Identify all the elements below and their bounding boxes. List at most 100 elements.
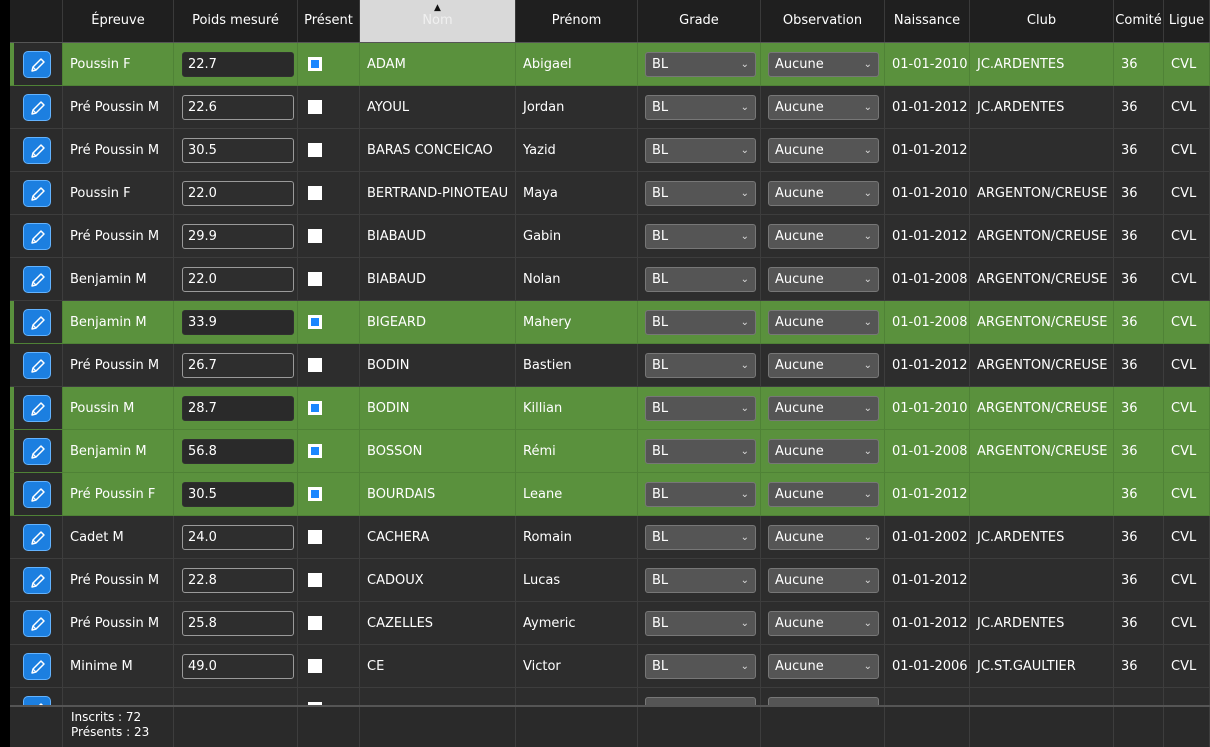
weight-input[interactable]: 30.5 bbox=[182, 138, 294, 163]
grade-select[interactable]: BL ⌄ bbox=[645, 396, 756, 421]
observation-select[interactable]: ⌄ bbox=[768, 697, 879, 705]
table-row[interactable]: Pré Poussin M 30.5 BARAS CONCEICAO Yazid BL ⌄… bbox=[10, 129, 1210, 172]
grade-select[interactable]: BL ⌄ bbox=[645, 267, 756, 292]
table-row[interactable]: Pré Poussin M 29.9 BIABAUD Gabin BL ⌄ Aucune ⌄ 0… bbox=[10, 215, 1210, 258]
grade-select[interactable]: BL ⌄ bbox=[645, 611, 756, 636]
header-ligue[interactable]: Ligue bbox=[1164, 0, 1210, 42]
header-club[interactable]: Club bbox=[970, 0, 1114, 42]
present-checkbox[interactable] bbox=[308, 358, 322, 372]
present-checkbox[interactable] bbox=[308, 143, 322, 157]
weight-input[interactable]: 33.9 bbox=[182, 310, 294, 335]
edit-button[interactable] bbox=[23, 94, 51, 121]
grade-select[interactable]: BL ⌄ bbox=[645, 224, 756, 249]
header-grade[interactable]: Grade bbox=[638, 0, 761, 42]
edit-button[interactable] bbox=[23, 51, 51, 78]
grade-select[interactable]: BL ⌄ bbox=[645, 482, 756, 507]
present-checkbox[interactable] bbox=[308, 401, 322, 415]
grade-select[interactable]: BL ⌄ bbox=[645, 181, 756, 206]
observation-select[interactable]: Aucune ⌄ bbox=[768, 267, 879, 292]
present-checkbox[interactable] bbox=[308, 100, 322, 114]
grade-select[interactable]: BL ⌄ bbox=[645, 439, 756, 464]
present-checkbox[interactable] bbox=[308, 487, 322, 501]
edit-button[interactable] bbox=[23, 395, 51, 422]
present-checkbox[interactable] bbox=[308, 315, 322, 329]
edit-button[interactable] bbox=[23, 567, 51, 594]
weight-input[interactable]: 22.6 bbox=[182, 95, 294, 120]
weight-input[interactable]: 22.0 bbox=[182, 181, 294, 206]
table-row[interactable]: Pré Poussin F 30.5 BOURDAIS Leane BL ⌄ Aucune ⌄… bbox=[10, 473, 1210, 516]
edit-button[interactable] bbox=[23, 352, 51, 379]
grade-select[interactable]: ⌄ bbox=[645, 697, 756, 705]
table-row[interactable]: Poussin F 22.7 ADAM Abigael BL ⌄ Aucune ⌄ 01-01-… bbox=[10, 43, 1210, 86]
table-row[interactable]: Benjamin M 33.9 BIGEARD Mahery BL ⌄ Aucune ⌄ 01-… bbox=[10, 301, 1210, 344]
header-nom[interactable]: ▲ Nom bbox=[360, 0, 516, 42]
observation-select[interactable]: Aucune ⌄ bbox=[768, 353, 879, 378]
header-comite[interactable]: Comité bbox=[1114, 0, 1164, 42]
grade-select[interactable]: BL ⌄ bbox=[645, 310, 756, 335]
edit-button[interactable] bbox=[23, 653, 51, 680]
observation-select[interactable]: Aucune ⌄ bbox=[768, 224, 879, 249]
table-row[interactable]: Benjamin M 56.8 BOSSON Rémi BL ⌄ Aucune ⌄ 01-01-… bbox=[10, 430, 1210, 473]
grade-select[interactable]: BL ⌄ bbox=[645, 525, 756, 550]
header-observation[interactable]: Observation bbox=[761, 0, 885, 42]
table-row[interactable]: Pré Poussin M 26.7 BODIN Bastien BL ⌄ Aucune ⌄ 0… bbox=[10, 344, 1210, 387]
weight-input[interactable]: 22.8 bbox=[182, 568, 294, 593]
table-row[interactable]: Poussin M 28.7 BODIN Killian BL ⌄ Aucune ⌄ 01-01… bbox=[10, 387, 1210, 430]
observation-select[interactable]: Aucune ⌄ bbox=[768, 52, 879, 77]
present-checkbox[interactable] bbox=[308, 573, 322, 587]
edit-button[interactable] bbox=[23, 309, 51, 336]
table-row[interactable]: Minime M 49.0 CE Victor BL ⌄ Aucune ⌄ 01-01-2006… bbox=[10, 645, 1210, 688]
grade-select[interactable]: BL ⌄ bbox=[645, 95, 756, 120]
weight-input[interactable]: 29.9 bbox=[182, 224, 294, 249]
edit-button[interactable] bbox=[23, 223, 51, 250]
observation-select[interactable]: Aucune ⌄ bbox=[768, 310, 879, 335]
present-checkbox[interactable] bbox=[308, 659, 322, 673]
weight-input[interactable]: 30.5 bbox=[182, 482, 294, 507]
weight-input[interactable]: 49.0 bbox=[182, 654, 294, 679]
edit-button[interactable] bbox=[23, 524, 51, 551]
table-row[interactable]: Pré Poussin M 22.8 CADOUX Lucas BL ⌄ Aucune ⌄ 01… bbox=[10, 559, 1210, 602]
header-naissance[interactable]: Naissance bbox=[885, 0, 970, 42]
observation-select[interactable]: Aucune ⌄ bbox=[768, 439, 879, 464]
header-prenom[interactable]: Prénom bbox=[516, 0, 638, 42]
table-row[interactable]: Cadet M 24.0 CACHERA Romain BL ⌄ Aucune ⌄ 01-01-… bbox=[10, 516, 1210, 559]
grid-body[interactable]: Poussin F 22.7 ADAM Abigael BL ⌄ Aucune ⌄ 01-01-… bbox=[10, 43, 1210, 705]
edit-button[interactable] bbox=[23, 696, 51, 705]
observation-select[interactable]: Aucune ⌄ bbox=[768, 396, 879, 421]
weight-input[interactable]: 26.7 bbox=[182, 353, 294, 378]
observation-select[interactable]: Aucune ⌄ bbox=[768, 95, 879, 120]
table-row[interactable]: Benjamin M 22.0 BIABAUD Nolan BL ⌄ Aucune ⌄ 01-0… bbox=[10, 258, 1210, 301]
present-checkbox[interactable] bbox=[308, 229, 322, 243]
table-row[interactable]: Pré Poussin M 22.6 AYOUL Jordan BL ⌄ Aucune ⌄ 01… bbox=[10, 86, 1210, 129]
table-row[interactable]: Pré Poussin M 25.8 CAZELLES Aymeric BL ⌄ Aucun… bbox=[10, 602, 1210, 645]
edit-button[interactable] bbox=[23, 180, 51, 207]
grade-select[interactable]: BL ⌄ bbox=[645, 568, 756, 593]
observation-select[interactable]: Aucune ⌄ bbox=[768, 568, 879, 593]
edit-button[interactable] bbox=[23, 266, 51, 293]
present-checkbox[interactable] bbox=[308, 57, 322, 71]
weight-input[interactable]: 24.0 bbox=[182, 525, 294, 550]
weight-input[interactable]: 22.0 bbox=[182, 267, 294, 292]
observation-select[interactable]: Aucune ⌄ bbox=[768, 654, 879, 679]
grade-select[interactable]: BL ⌄ bbox=[645, 353, 756, 378]
header-poids[interactable]: Poids mesuré bbox=[174, 0, 298, 42]
present-checkbox[interactable] bbox=[308, 616, 322, 630]
observation-select[interactable]: Aucune ⌄ bbox=[768, 138, 879, 163]
header-epreuve[interactable]: Épreuve bbox=[63, 0, 174, 42]
present-checkbox[interactable] bbox=[308, 272, 322, 286]
grade-select[interactable]: BL ⌄ bbox=[645, 654, 756, 679]
weight-input[interactable]: 56.8 bbox=[182, 439, 294, 464]
weight-input[interactable]: 22.7 bbox=[182, 52, 294, 77]
table-row[interactable]: ⌄⌄ bbox=[10, 688, 1210, 705]
grade-select[interactable]: BL ⌄ bbox=[645, 52, 756, 77]
observation-select[interactable]: Aucune ⌄ bbox=[768, 611, 879, 636]
edit-button[interactable] bbox=[23, 481, 51, 508]
table-row[interactable]: Poussin F 22.0 BERTRAND-PINOTEAU Maya BL ⌄ Auc… bbox=[10, 172, 1210, 215]
observation-select[interactable]: Aucune ⌄ bbox=[768, 525, 879, 550]
observation-select[interactable]: Aucune ⌄ bbox=[768, 482, 879, 507]
weight-input[interactable]: 28.7 bbox=[182, 396, 294, 421]
observation-select[interactable]: Aucune ⌄ bbox=[768, 181, 879, 206]
edit-button[interactable] bbox=[23, 438, 51, 465]
edit-button[interactable] bbox=[23, 137, 51, 164]
present-checkbox[interactable] bbox=[308, 444, 322, 458]
